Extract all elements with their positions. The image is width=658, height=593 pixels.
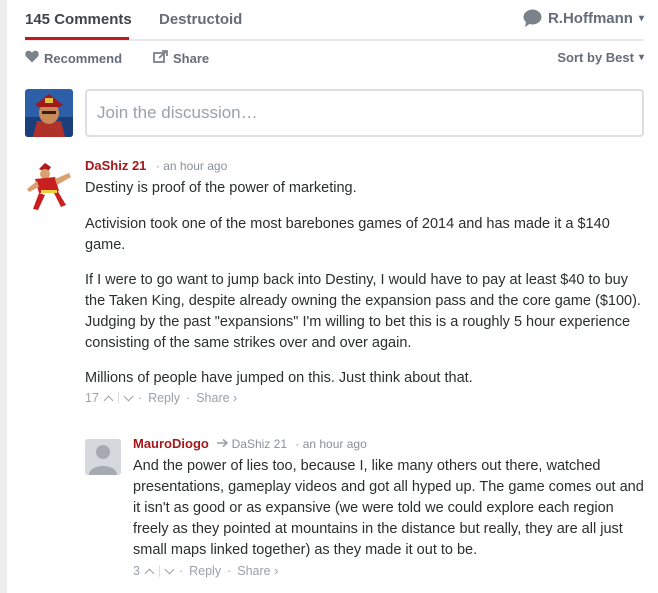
separator-dot: · <box>137 391 143 405</box>
comment-header: DaShiz 21 · an hour ago <box>85 157 644 178</box>
speech-bubble-icon <box>523 9 542 27</box>
recommend-button[interactable]: Recommend <box>25 50 122 66</box>
new-comment-area: Join the discussion… <box>25 89 644 137</box>
chevron-down-icon: ▾ <box>638 12 644 24</box>
comment-text: And the power of lies too, because I, li… <box>133 458 644 558</box>
comment-paragraph: Millions of people have jumped on this. … <box>85 370 473 386</box>
vote-count: 3 <box>133 564 140 578</box>
upvote-icon[interactable] <box>144 568 155 578</box>
avatar[interactable] <box>25 89 73 137</box>
tab-community[interactable]: Destructoid <box>159 11 242 28</box>
recommend-label: Recommend <box>44 50 123 66</box>
user-menu[interactable]: R.Hoffmann ▾ <box>523 9 644 27</box>
reply-to: DaShiz 21 <box>216 437 290 451</box>
share-icon <box>153 50 168 66</box>
left-edge-strip <box>0 0 7 593</box>
comment-timestamp[interactable]: an hour ago <box>303 437 367 451</box>
comment-footer: 17 · Reply · Share › <box>85 391 644 405</box>
divider <box>158 565 160 577</box>
discussion-toolbar: Recommend Share Sort by Best ▾ <box>25 50 644 70</box>
share-label: Share <box>173 50 210 66</box>
reply-to-author[interactable]: DaShiz 21 <box>232 437 287 451</box>
separator-dot: · <box>186 391 191 405</box>
comment-body: DaShiz 21 · an hour ago Destiny is proof… <box>85 157 644 405</box>
share-button[interactable]: Share <box>153 50 209 66</box>
reply-link[interactable]: Reply <box>189 564 221 578</box>
comment-meta: · an hour ago <box>155 159 228 173</box>
comment-author[interactable]: DaShiz 21 <box>85 158 146 173</box>
upvote-icon[interactable] <box>103 395 114 405</box>
comment-meta: · an hour ago <box>295 437 367 451</box>
sort-label: Sort by Best <box>557 50 634 65</box>
comment-paragraph: Destiny is proof of the power of marketi… <box>85 180 357 196</box>
comment-paragraph: Activision took one of the most barebone… <box>85 216 610 253</box>
active-tab-indicator <box>25 37 129 40</box>
comment-input[interactable]: Join the discussion… <box>85 89 644 137</box>
chevron-down-icon: ▾ <box>638 52 644 63</box>
avatar[interactable] <box>25 161 73 210</box>
comments-nav: 145 Comments Destructoid R.Hoffmann ▾ <box>25 0 644 41</box>
vote-count: 17 <box>85 391 99 405</box>
tab-comments[interactable]: 145 Comments <box>25 11 132 28</box>
comment-text: Destiny is proof of the power of marketi… <box>85 178 644 389</box>
comment-body: MauroDiogo DaShiz 21 · an hour ago And t… <box>133 435 644 578</box>
separator-dot: · <box>178 564 184 578</box>
divider <box>117 392 119 404</box>
user-name: R.Hoffmann <box>547 9 633 27</box>
share-link[interactable]: Share › <box>196 391 237 405</box>
separator-dot: · <box>227 564 232 578</box>
comment-header: MauroDiogo DaShiz 21 · an hour ago <box>133 435 644 456</box>
downvote-icon[interactable] <box>123 391 134 402</box>
share-link[interactable]: Share › <box>237 564 278 578</box>
reply-arrow-icon <box>216 437 231 451</box>
avatar[interactable] <box>85 439 121 475</box>
comment-timestamp[interactable]: an hour ago <box>163 159 227 173</box>
comment-footer: 3 · Reply · Share › <box>133 564 644 578</box>
sort-dropdown[interactable]: Sort by Best ▾ <box>557 50 644 65</box>
heart-icon <box>25 50 39 66</box>
reply-link[interactable]: Reply <box>148 391 180 405</box>
comment-author[interactable]: MauroDiogo <box>133 436 209 451</box>
comment-paragraph: If I were to go want to jump back into D… <box>85 272 641 351</box>
downvote-icon[interactable] <box>164 564 175 575</box>
